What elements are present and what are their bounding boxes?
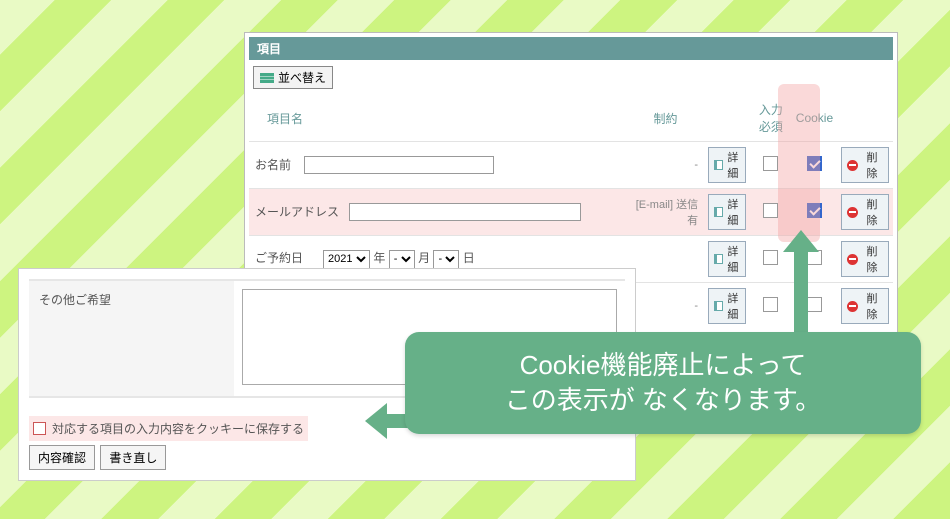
detail-icon [714, 160, 723, 170]
detail-icon [714, 254, 723, 264]
required-checkbox[interactable] [763, 156, 778, 171]
delete-icon [847, 254, 858, 265]
field-label: ご予約日 [255, 251, 303, 265]
confirm-button[interactable]: 内容確認 [29, 445, 95, 470]
name-input[interactable] [304, 156, 494, 174]
delete-icon [847, 160, 858, 171]
cookie-save-row: 対応する項目の入力内容をクッキーに保存する [29, 416, 308, 441]
table-row: メールアドレス [E-mail] 送信有 詳細 削除 [249, 189, 893, 236]
sort-button[interactable]: 並べ替え [253, 66, 333, 89]
year-suffix: 年 [373, 251, 385, 265]
cookie-checkbox[interactable] [807, 250, 822, 265]
delete-button[interactable]: 削除 [841, 194, 889, 230]
delete-label: 削除 [861, 196, 883, 228]
reset-button[interactable]: 書き直し [100, 445, 166, 470]
cookie-save-label: 対応する項目の入力内容をクッキーに保存する [52, 420, 304, 437]
email-input[interactable] [349, 203, 581, 221]
detail-button[interactable]: 詳細 [708, 194, 746, 230]
month-suffix: 月 [418, 251, 430, 265]
month-select[interactable]: - [389, 250, 415, 269]
col-cookie: Cookie [792, 95, 837, 142]
day-suffix: 日 [463, 251, 475, 265]
arrow-up-icon [794, 248, 808, 334]
field-label: メールアドレス [255, 205, 339, 219]
detail-icon [714, 301, 723, 311]
detail-button[interactable]: 詳細 [708, 288, 746, 324]
detail-button[interactable]: 詳細 [708, 241, 746, 277]
detail-label: 詳細 [726, 243, 740, 275]
detail-label: 詳細 [726, 149, 740, 181]
other-label: その他ご希望 [29, 281, 234, 396]
detail-icon [714, 207, 723, 217]
cookie-save-checkbox[interactable] [33, 422, 46, 435]
required-checkbox[interactable] [763, 250, 778, 265]
delete-button[interactable]: 削除 [841, 288, 889, 324]
constraint-text [627, 236, 704, 283]
table-row: お名前 - 詳細 削除 [249, 142, 893, 189]
year-select[interactable]: 2021 [323, 250, 370, 269]
sort-icon [260, 73, 274, 83]
delete-icon [847, 207, 858, 218]
constraint-text: [E-mail] 送信有 [627, 189, 704, 236]
panel-header: 項目 [249, 37, 893, 60]
delete-button[interactable]: 削除 [841, 147, 889, 183]
cookie-checkbox[interactable] [807, 156, 822, 171]
delete-icon [847, 301, 858, 312]
delete-label: 削除 [861, 149, 883, 181]
col-required: 入力必須 [750, 95, 792, 142]
cookie-checkbox[interactable] [807, 203, 822, 218]
detail-label: 詳細 [726, 196, 740, 228]
detail-button[interactable]: 詳細 [708, 147, 746, 183]
callout-line1: Cookie機能廃止によって [427, 348, 899, 383]
cookie-checkbox[interactable] [807, 297, 822, 312]
callout-line2: この表示が なくなります。 [427, 383, 899, 418]
delete-label: 削除 [861, 243, 883, 275]
constraint-text: - [627, 142, 704, 189]
detail-label: 詳細 [726, 290, 740, 322]
delete-label: 削除 [861, 290, 883, 322]
required-checkbox[interactable] [763, 297, 778, 312]
sort-button-label: 並べ替え [278, 69, 326, 86]
col-constraint: 制約 [627, 95, 704, 142]
col-name: 項目名 [249, 95, 627, 142]
callout-bubble: Cookie機能廃止によって この表示が なくなります。 [405, 332, 921, 434]
constraint-text: - [627, 283, 704, 330]
delete-button[interactable]: 削除 [841, 241, 889, 277]
required-checkbox[interactable] [763, 203, 778, 218]
field-label: お名前 [255, 158, 291, 172]
day-select[interactable]: - [433, 250, 459, 269]
